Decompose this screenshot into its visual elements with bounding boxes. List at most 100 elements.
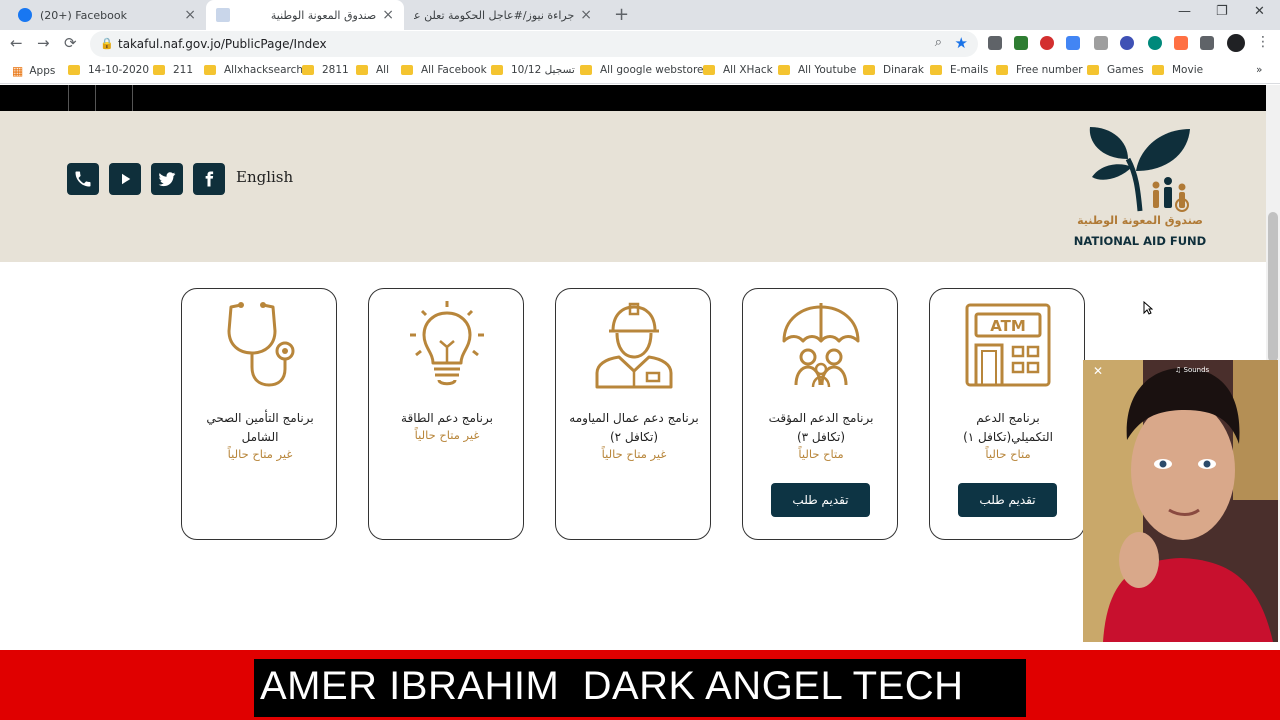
english-language-link[interactable]: English [236,168,293,186]
program-card-temporary[interactable]: برنامج الدعم المؤقت (تكافل ٣) متاح حاليا… [742,288,898,540]
twitter-icon[interactable] [151,163,183,195]
tab-news[interactable]: جراءة نيوز/#عاجل الحكومة تعلن عن × [404,0,602,30]
browser-menu-icon[interactable]: ⋮ [1256,34,1270,50]
divider [68,85,69,111]
tab-national-aid-fund[interactable]: صندوق المعونة الوطنية × [206,0,404,30]
forward-button[interactable]: → [37,34,50,52]
maximize-button[interactable]: ❐ [1216,4,1228,19]
presenter-video-overlay[interactable]: ✕ ♫ Sounds [1083,360,1278,642]
bookmarks-bar: ▦ Apps 14-10-2020 211 Allxhacksearch 281… [0,58,1280,84]
banner-text: AMER IBRAHIM DARK ANGEL TECH [260,664,964,708]
bookmark-folder[interactable]: Dinarak [863,64,924,76]
apply-button[interactable]: تقديم طلب [771,483,870,517]
bookmark-label: E-mails [950,64,989,76]
back-button[interactable]: ← [10,34,23,52]
folder-icon [356,65,368,75]
program-name: برنامج الدعم المؤقت (تكافل ٣) [768,411,874,444]
bookmark-folder[interactable]: Allxhacksearch [204,64,303,76]
folder-icon [1152,65,1164,75]
bookmark-folder[interactable]: Free number [996,64,1083,76]
scrollbar-thumb[interactable] [1268,212,1278,362]
new-tab-button[interactable]: + [614,4,629,25]
folder-icon [401,65,413,75]
bookmark-label: Allxhacksearch [224,64,304,76]
close-tab-icon[interactable]: × [382,7,394,23]
banner-box: AMER IBRAHIM DARK ANGEL TECH [254,659,1026,717]
bookmark-label: 211 [173,64,194,76]
bookmark-folder[interactable]: All [356,64,389,76]
puzzle-icon[interactable] [1200,36,1214,50]
program-status: غير متاح حالياً [601,447,667,461]
extension-icon[interactable] [1120,36,1134,50]
bookmark-apps[interactable]: ▦ Apps [12,64,55,78]
url-text[interactable]: takaful.naf.gov.jo/PublicPage/Index [118,37,327,51]
extension-icon[interactable] [1094,36,1108,50]
phone-icon[interactable] [67,163,99,195]
page-favicon-icon [216,8,230,22]
bookmark-folder[interactable]: 2811 [302,64,349,76]
sounds-label: ♫ Sounds [1175,366,1210,374]
tab-title: (20+) Facebook [40,8,127,22]
program-card-daily-workers[interactable]: برنامج دعم عمال المياومه (تكافل ٢) غير م… [555,288,711,540]
mouse-cursor-icon [1143,301,1153,315]
bookmarks-more[interactable]: » [1256,64,1262,76]
bookmark-folder[interactable]: E-mails [930,64,988,76]
stethoscope-icon [227,302,295,387]
folder-icon [68,65,80,75]
folder-icon [1087,65,1099,75]
worker-icon [595,302,673,389]
lightbulb-icon [410,301,484,386]
bookmark-folder[interactable]: All Facebook [401,64,487,76]
facebook-icon[interactable] [193,163,225,195]
presenter-person-icon [1083,360,1278,642]
folder-icon [930,65,942,75]
address-bar[interactable]: 🔒 takaful.naf.gov.jo/PublicPage/Index ⌕ … [90,31,978,57]
reload-button[interactable]: ⟳ [64,34,77,52]
extension-icon[interactable] [1066,36,1080,50]
close-tab-icon[interactable]: × [580,7,592,23]
program-status: غير متاح حالياً [414,428,480,442]
extension-icon[interactable] [1148,36,1162,50]
tab-facebook[interactable]: (20+) Facebook × [8,0,206,30]
folder-icon [580,65,592,75]
extension-icon[interactable] [1174,36,1188,50]
program-card-complementary[interactable]: ATM برنامج الدعم التكميلي(تكافل ١) متاح … [929,288,1085,540]
bookmark-label: Free number [1016,64,1083,76]
youtube-icon[interactable] [109,163,141,195]
bookmark-folder[interactable]: Movie [1152,64,1203,76]
bookmark-folder[interactable]: All Youtube [778,64,856,76]
close-window-button[interactable]: ✕ [1254,4,1265,19]
bookmark-folder[interactable]: 10/12 تسجيل [491,64,575,76]
apply-button[interactable]: تقديم طلب [958,483,1057,517]
logo-arabic-text: صندوق المعونة الوطنية [1077,214,1203,227]
extension-icon[interactable] [988,36,1002,50]
bookmark-folder[interactable]: All google webstore [580,64,704,76]
program-card-energy[interactable]: برنامج دعم الطاقة غير متاح حالياً [368,288,524,540]
browser-toolbar: ← → ⟳ 🔒 takaful.naf.gov.jo/PublicPage/In… [0,30,1280,58]
national-aid-fund-logo[interactable]: صندوق المعونة الوطنية NATIONAL AID FUND [1070,119,1210,255]
folder-icon [703,65,715,75]
program-card-health-insurance[interactable]: برنامج التأمين الصحي الشامل غير متاح حال… [181,288,337,540]
bookmark-label: Dinarak [883,64,924,76]
bookmark-folder[interactable]: All XHack [703,64,773,76]
lock-icon: 🔒 [100,37,114,50]
bookmark-folder[interactable]: 211 [153,64,193,76]
folder-icon [302,65,314,75]
minimize-button[interactable]: — [1178,4,1191,19]
bookmark-folder[interactable]: 14-10-2020 [68,64,149,76]
adblock-icon[interactable] [1040,36,1054,50]
bookmark-star-icon[interactable]: ★ [955,34,968,52]
folder-icon [863,65,875,75]
close-tab-icon[interactable]: × [184,7,196,23]
program-name: برنامج دعم الطاقة [401,411,493,425]
bookmark-label: 10/12 تسجيل [511,64,575,76]
channel-banner: AMER IBRAHIM DARK ANGEL TECH [0,650,1280,720]
profile-avatar[interactable] [1227,34,1245,52]
svg-text:ATM: ATM [990,317,1026,335]
bookmark-label: Games [1107,64,1144,76]
zoom-icon[interactable]: ⌕ [935,35,942,50]
bookmark-folder[interactable]: Games [1087,64,1144,76]
close-overlay-icon[interactable]: ✕ [1093,364,1103,378]
extension-icon[interactable] [1014,36,1028,50]
program-status: متاح حالياً [985,447,1031,461]
